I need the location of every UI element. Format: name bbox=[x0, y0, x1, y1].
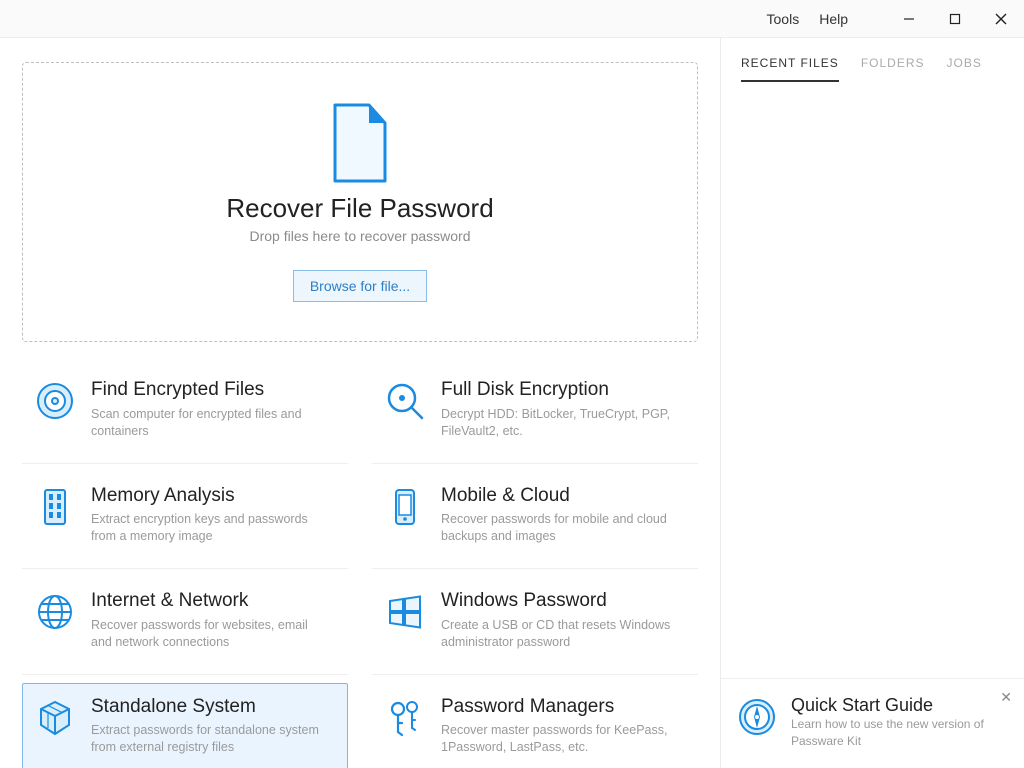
card-find-encrypted-files[interactable]: Find Encrypted Files Scan computer for en… bbox=[22, 366, 348, 455]
side-panel: RECENT FILES FOLDERS JOBS Quick Start Gu… bbox=[720, 38, 1024, 768]
card-title: Find Encrypted Files bbox=[91, 379, 321, 402]
window-minimize-icon[interactable] bbox=[886, 0, 932, 38]
card-title: Mobile & Cloud bbox=[441, 485, 671, 508]
card-memory-analysis[interactable]: Memory Analysis Extract encryption keys a… bbox=[22, 472, 348, 561]
card-desc: Recover master passwords for KeePass, 1P… bbox=[441, 722, 671, 756]
keys-icon bbox=[385, 698, 425, 738]
side-body bbox=[721, 82, 1024, 678]
qsg-desc: Learn how to use the new version of Pass… bbox=[791, 716, 991, 750]
card-desc: Create a USB or CD that resets Windows a… bbox=[441, 617, 671, 651]
side-tabs: RECENT FILES FOLDERS JOBS bbox=[721, 38, 1024, 82]
dropzone-subtitle: Drop files here to recover password bbox=[250, 228, 471, 244]
memory-icon bbox=[35, 487, 75, 527]
feedback-icon[interactable] bbox=[858, 11, 886, 27]
file-icon bbox=[329, 103, 391, 183]
windows-icon bbox=[385, 592, 425, 632]
card-standalone-system[interactable]: Standalone System Extract passwords for s… bbox=[22, 683, 348, 768]
menu-help[interactable]: Help bbox=[809, 7, 858, 31]
forward-icon[interactable] bbox=[122, 11, 150, 27]
card-desc: Recover passwords for websites, email an… bbox=[91, 617, 321, 651]
dropzone[interactable]: Recover File Password Drop files here to… bbox=[22, 62, 698, 342]
card-title: Windows Password bbox=[441, 590, 671, 613]
card-desc: Recover passwords for mobile and cloud b… bbox=[441, 511, 671, 545]
globe-icon bbox=[35, 592, 75, 632]
card-desc: Extract encryption keys and passwords fr… bbox=[91, 511, 321, 545]
window-close-icon[interactable] bbox=[978, 0, 1024, 38]
back-icon[interactable] bbox=[72, 11, 100, 27]
card-mobile-cloud[interactable]: Mobile & Cloud Recover passwords for mobi… bbox=[372, 472, 698, 561]
card-grid: Find Encrypted Files Scan computer for en… bbox=[22, 366, 698, 768]
menu-tools[interactable]: Tools bbox=[757, 7, 810, 31]
magnifier-icon bbox=[385, 381, 425, 421]
tab-recent-files[interactable]: RECENT FILES bbox=[741, 56, 839, 82]
main-panel: Recover File Password Drop files here to… bbox=[0, 38, 720, 768]
cube-icon bbox=[35, 698, 75, 738]
card-desc: Decrypt HDD: BitLocker, TrueCrypt, PGP, … bbox=[441, 406, 671, 440]
home-icon[interactable] bbox=[22, 11, 50, 27]
card-title: Full Disk Encryption bbox=[441, 379, 671, 402]
card-title: Memory Analysis bbox=[91, 485, 321, 508]
close-icon[interactable]: ✕ bbox=[1000, 689, 1012, 706]
quick-start-guide[interactable]: Quick Start Guide Learn how to use the n… bbox=[721, 678, 1024, 768]
card-internet-network[interactable]: Internet & Network Recover passwords for … bbox=[22, 577, 348, 666]
tab-folders[interactable]: FOLDERS bbox=[861, 56, 925, 82]
dropzone-title: Recover File Password bbox=[226, 193, 493, 224]
compass-icon bbox=[737, 697, 777, 737]
window-maximize-icon[interactable] bbox=[932, 0, 978, 38]
card-windows-password[interactable]: Windows Password Create a USB or CD that … bbox=[372, 577, 698, 666]
mobile-icon bbox=[385, 487, 425, 527]
card-full-disk-encryption[interactable]: Full Disk Encryption Decrypt HDD: BitLock… bbox=[372, 366, 698, 455]
disc-icon bbox=[35, 381, 75, 421]
titlebar: Tools Help bbox=[0, 0, 1024, 38]
card-desc: Scan computer for encrypted files and co… bbox=[91, 406, 321, 440]
tab-jobs[interactable]: JOBS bbox=[947, 56, 982, 82]
card-password-managers[interactable]: Password Managers Recover master password… bbox=[372, 683, 698, 768]
card-title: Password Managers bbox=[441, 696, 671, 719]
card-title: Internet & Network bbox=[91, 590, 321, 613]
qsg-title: Quick Start Guide bbox=[791, 695, 991, 716]
card-title: Standalone System bbox=[91, 696, 321, 719]
card-desc: Extract passwords for standalone system … bbox=[91, 722, 321, 756]
browse-button[interactable]: Browse for file... bbox=[293, 270, 427, 302]
